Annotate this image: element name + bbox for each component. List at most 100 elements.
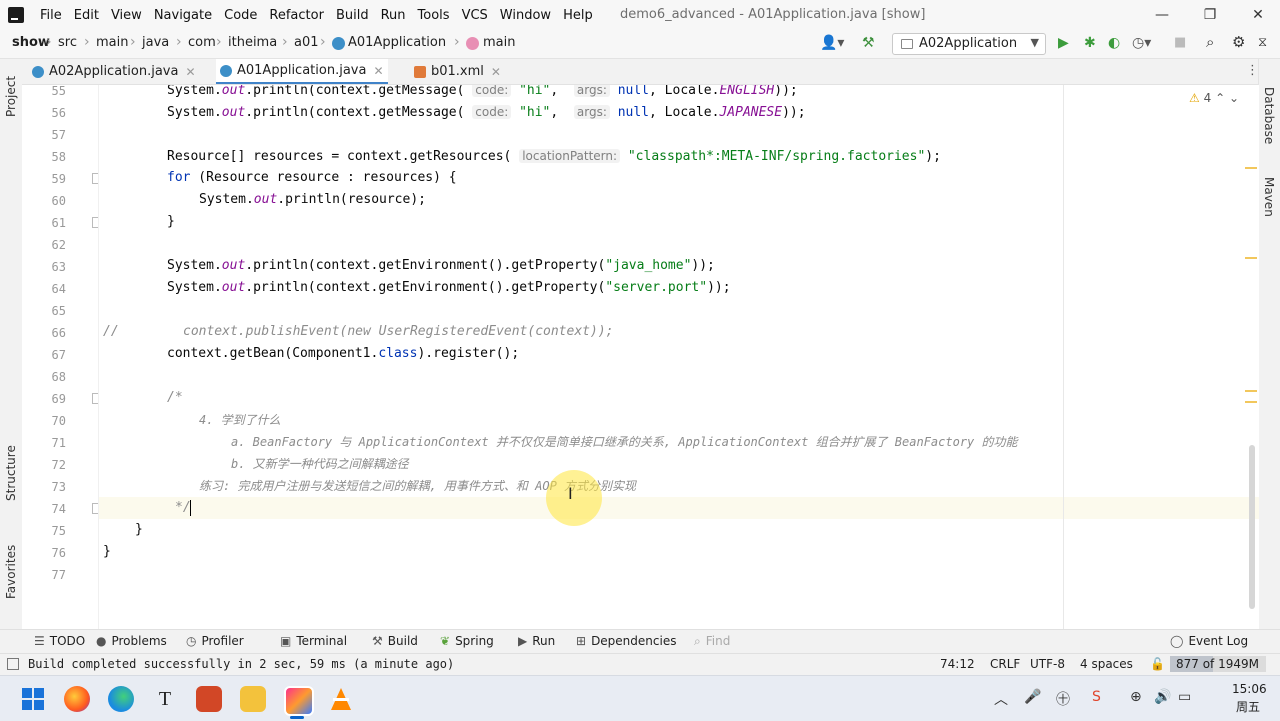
intellij-logo-icon[interactable] [8, 7, 24, 23]
terminal-icon: ▣ [280, 634, 292, 648]
line-separator[interactable]: CRLF [990, 657, 1020, 671]
menu-file[interactable]: File [34, 8, 68, 23]
menu-refactor[interactable]: Refactor [263, 8, 330, 23]
spring-tool-button[interactable]: ❦ Spring [440, 634, 494, 648]
coverage-icon[interactable]: ◐ [1108, 35, 1120, 51]
tab-a02application[interactable]: A02Application.java ✕ [32, 59, 196, 84]
breadcrumb-com[interactable]: com [188, 35, 216, 50]
maven-tool-button[interactable]: Maven [1262, 177, 1276, 217]
profiler-tool-button[interactable]: ◷ Profiler [186, 634, 244, 648]
menu-edit[interactable]: Edit [68, 8, 105, 23]
input-method-icon[interactable]: ㊉ [1056, 689, 1070, 709]
tab-a01application[interactable]: A01Application.java ✕ [216, 59, 388, 84]
windows-start-icon[interactable] [20, 686, 46, 712]
problems-tool-button[interactable]: ● Problems [96, 634, 167, 648]
breadcrumb-java[interactable]: java [142, 35, 169, 50]
network-icon[interactable]: ⊕ [1130, 689, 1142, 705]
clock-time[interactable]: 15:06 [1232, 682, 1267, 696]
find-tool-button[interactable]: ⌕ Find [694, 634, 730, 649]
debug-icon[interactable]: ✱ [1084, 35, 1096, 51]
firefox-icon[interactable] [64, 686, 90, 712]
menu-view[interactable]: View [105, 8, 148, 23]
database-tool-button[interactable]: Database [1262, 87, 1276, 144]
user-icon[interactable]: 👤▾ [820, 35, 844, 51]
caret-position[interactable]: 74:12 [940, 657, 975, 671]
favorites-tool-button[interactable]: Favorites [4, 545, 18, 599]
close-tab-icon[interactable]: ✕ [491, 65, 501, 79]
profile-icon[interactable]: ◷▾ [1132, 35, 1151, 51]
run-icon[interactable]: ▶ [1058, 35, 1069, 51]
minimize-icon[interactable]: — [1152, 5, 1172, 25]
menu-window[interactable]: Window [494, 8, 557, 23]
warning-stripe[interactable] [1245, 390, 1257, 392]
status-message[interactable]: Build completed successfully in 2 sec, 5… [28, 657, 454, 671]
code-with-me-icon[interactable]: ⧖ [1258, 35, 1267, 50]
intellij-idea-icon[interactable] [284, 686, 314, 716]
build-tool-button[interactable]: ⚒ Build [372, 634, 418, 648]
restore-icon[interactable]: ❐ [1200, 5, 1220, 25]
hammer-icon[interactable]: ⚒ [862, 35, 875, 51]
run-configuration-select[interactable]: A02Application ▼ [892, 33, 1046, 55]
current-line-highlight [99, 497, 1259, 519]
microphone-icon[interactable]: 🎤 [1024, 689, 1041, 705]
menu-run[interactable]: Run [375, 8, 412, 23]
menu-build[interactable]: Build [330, 8, 375, 23]
lock-icon[interactable]: 🔓 [1150, 657, 1165, 671]
menu-code[interactable]: Code [218, 8, 263, 23]
warning-stripe[interactable] [1245, 167, 1257, 169]
breadcrumb-class[interactable]: A01Application [348, 35, 446, 50]
breadcrumb-src[interactable]: src [58, 35, 77, 50]
breadcrumb-method[interactable]: main [483, 35, 515, 50]
chevron-down-icon[interactable]: ⌄ [1229, 91, 1239, 105]
close-tab-icon[interactable]: ✕ [373, 64, 383, 78]
tab-b01xml[interactable]: b01.xml ✕ [414, 59, 501, 84]
tool-windows-icon[interactable] [7, 658, 19, 670]
run-config-label: A02Application [919, 36, 1018, 51]
clock-day[interactable]: 周五 [1236, 698, 1260, 715]
edge-icon[interactable] [108, 686, 134, 712]
vlc-icon[interactable] [328, 686, 354, 712]
gear-icon[interactable]: ⚙ [1232, 33, 1245, 51]
line-number: 61 [51, 216, 66, 230]
structure-tool-button[interactable]: Structure [4, 445, 18, 501]
volume-icon[interactable]: 🔊 [1154, 689, 1171, 705]
stop-icon[interactable]: ■ [1174, 35, 1186, 50]
warning-stripe[interactable] [1245, 257, 1257, 259]
menu-vcs[interactable]: VCS [456, 8, 494, 23]
powerpoint-icon[interactable] [196, 686, 222, 712]
code-line-74: */ [175, 500, 191, 515]
app-tray-icon[interactable]: S [1092, 689, 1101, 705]
close-icon[interactable]: ✕ [1248, 5, 1268, 25]
file-explorer-icon[interactable] [240, 686, 266, 712]
memory-indicator[interactable]: 877 of 1949M [1170, 656, 1266, 672]
menu-tools[interactable]: Tools [412, 8, 456, 23]
line-number: 55 [51, 84, 66, 98]
breadcrumb-a01[interactable]: a01 [294, 35, 319, 50]
terminal-tool-button[interactable]: ▣ Terminal [280, 634, 347, 648]
tabs-menu-icon[interactable]: ⋮ [1246, 63, 1259, 78]
breadcrumb-main[interactable]: main [96, 35, 128, 50]
warning-stripe[interactable] [1245, 401, 1257, 403]
line-number: 65 [51, 304, 66, 318]
code-editor[interactable]: System.out.println(context.getMessage( c… [98, 85, 1259, 629]
close-tab-icon[interactable]: ✕ [185, 65, 195, 79]
menu-help[interactable]: Help [557, 8, 599, 23]
chevron-up-icon[interactable]: ⌃ [1215, 91, 1225, 105]
breadcrumb-itheima[interactable]: itheima [228, 35, 277, 50]
file-encoding[interactable]: UTF-8 [1030, 657, 1065, 671]
todo-tool-button[interactable]: ☰ TODO [34, 634, 85, 648]
indent-setting[interactable]: 4 spaces [1080, 657, 1133, 671]
chevron-up-icon[interactable]: ︿ [994, 689, 1008, 709]
menu-navigate[interactable]: Navigate [148, 8, 218, 23]
vertical-scrollbar[interactable] [1249, 445, 1255, 609]
run-tool-button[interactable]: ▶ Run [518, 634, 555, 648]
typora-icon[interactable]: T [152, 686, 178, 712]
battery-icon[interactable]: ▭ [1178, 689, 1191, 705]
event-log-button[interactable]: ◯ Event Log [1170, 634, 1248, 648]
project-tool-button[interactable]: Project [4, 76, 18, 117]
breadcrumb-show[interactable]: show [12, 35, 50, 50]
dependencies-tool-button[interactable]: ⊞ Dependencies [576, 634, 676, 648]
search-icon[interactable]: ⌕ [1206, 33, 1214, 51]
inspection-widget[interactable]: ⚠ 4 ⌃ ⌄ [1189, 91, 1239, 105]
chevron-right-icon: › [282, 34, 288, 50]
